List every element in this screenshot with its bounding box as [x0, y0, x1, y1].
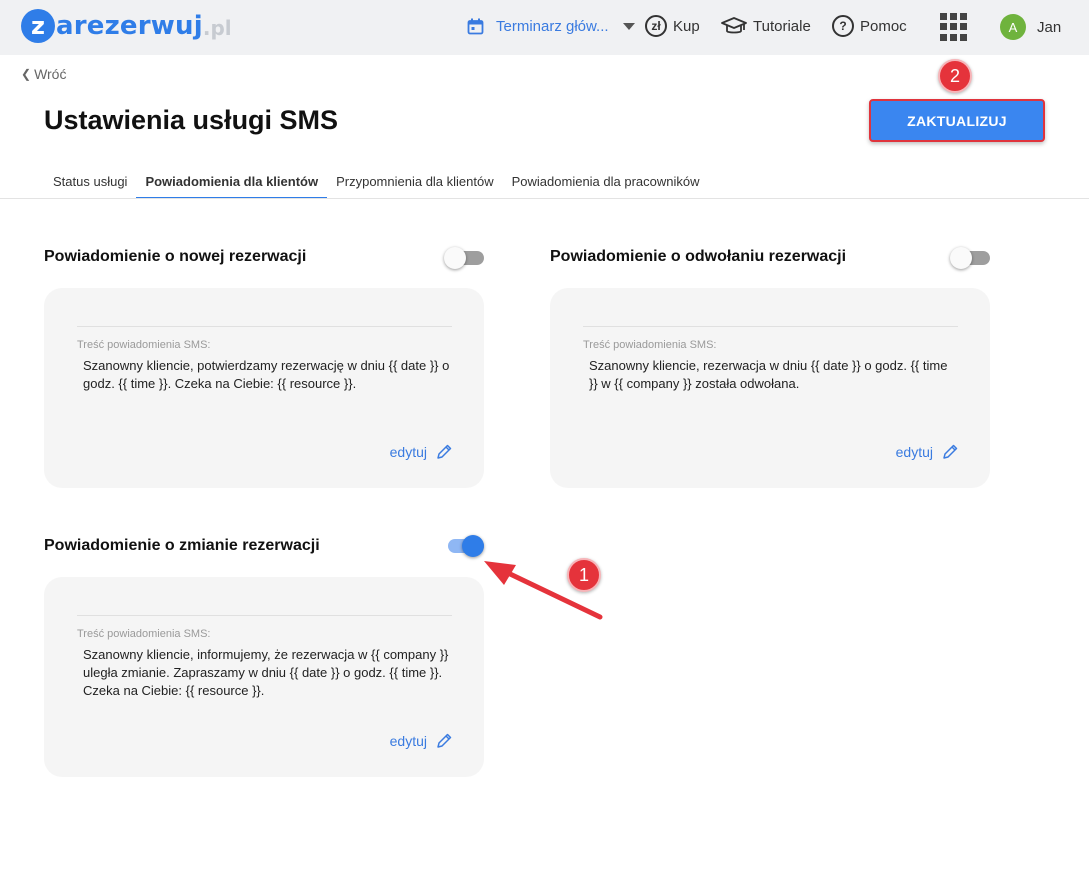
graduation-cap-icon [721, 17, 747, 34]
new-booking-toggle[interactable] [444, 247, 484, 269]
chevron-down-icon [622, 23, 635, 30]
help-label: Pomoc [860, 17, 907, 35]
cancelled-booking-card: Treść powiadomienia SMS: Szanowny klienc… [550, 288, 990, 488]
edit-link[interactable]: edytuj [390, 443, 453, 461]
toggle-knob [950, 247, 972, 269]
sms-message-text: Szanowny kliencie, rezerwacja w dniu {{ … [589, 358, 948, 391]
sms-content-label: Treść powiadomienia SMS: [77, 628, 211, 640]
changed-booking-title: Powiadomienie o zmianie rezerwacji [44, 537, 320, 554]
back-link[interactable]: ❮ Wróć [21, 66, 66, 82]
sms-message-text: Szanowny kliencie, potwierdzamy rezerwac… [83, 358, 450, 391]
help-icon: ? [832, 15, 854, 37]
tab-service-status[interactable]: Status usługi [44, 164, 136, 199]
currency-icon: zł [645, 15, 667, 37]
top-navigation-bar: z arezerwuj .pl Terminarz głów... zł Kup… [0, 0, 1089, 55]
edit-label: edytuj [389, 444, 427, 460]
new-booking-card: Treść powiadomienia SMS: Szanowny klienc… [44, 288, 484, 488]
edit-link[interactable]: edytuj [896, 443, 959, 461]
tab-employee-notifications[interactable]: Powiadomienia dla pracowników [503, 164, 709, 199]
user-name[interactable]: Jan [1037, 19, 1061, 36]
calendar-selector[interactable]: Terminarz głów... [467, 18, 635, 35]
card-divider [77, 326, 452, 327]
card-divider [77, 615, 452, 616]
buy-label: Kup [673, 17, 700, 35]
logo-tld: .pl [202, 16, 232, 40]
pencil-icon [437, 733, 452, 748]
buy-link[interactable]: zł Kup [645, 15, 700, 37]
changed-booking-card: Treść powiadomienia SMS: Szanowny klienc… [44, 577, 484, 777]
sms-message-text: Szanowny kliencie, informujemy, że rezer… [83, 647, 449, 698]
app-logo[interactable]: z arezerwuj .pl [21, 8, 232, 44]
tutorials-label: Tutoriale [753, 17, 811, 35]
cancelled-booking-title: Powiadomienie o odwołaniu rezerwacji [550, 248, 847, 265]
pencil-icon [437, 444, 452, 459]
logo-text: arezerwuj [56, 11, 203, 41]
card-divider [583, 326, 958, 327]
edit-label: edytuj [389, 733, 427, 749]
calendar-icon [467, 18, 484, 35]
edit-link[interactable]: edytuj [390, 732, 453, 750]
tab-bar: Status usługi Powiadomienia dla klientów… [44, 164, 709, 199]
pencil-icon [943, 444, 958, 459]
toggle-knob [444, 247, 466, 269]
page-title: Ustawienia usługi SMS [44, 105, 339, 135]
back-label: Wróć [34, 66, 67, 82]
update-button[interactable]: ZAKTUALIZUJ [869, 99, 1045, 142]
tab-client-notifications[interactable]: Powiadomienia dla klientów [136, 164, 328, 199]
annotation-badge-1: 1 [567, 558, 601, 592]
tutorials-link[interactable]: Tutoriale [721, 15, 811, 37]
avatar[interactable]: A [1000, 14, 1026, 40]
help-link[interactable]: ? Pomoc [832, 15, 907, 37]
tabs-divider [0, 198, 1089, 199]
logo-mark: z [21, 9, 55, 43]
sms-content-label: Treść powiadomienia SMS: [583, 339, 717, 351]
annotation-badge-2: 2 [938, 59, 972, 93]
cancelled-booking-toggle[interactable] [950, 247, 990, 269]
new-booking-title: Powiadomienie o nowej rezerwacji [44, 248, 307, 265]
tab-client-reminders[interactable]: Przypomnienia dla klientów [327, 164, 503, 199]
chevron-left-icon: ❮ [21, 67, 32, 81]
edit-label: edytuj [895, 444, 933, 460]
sms-content-label: Treść powiadomienia SMS: [77, 339, 211, 351]
calendar-selector-label: Terminarz głów... [496, 18, 609, 35]
apps-grid-icon[interactable] [940, 13, 968, 41]
